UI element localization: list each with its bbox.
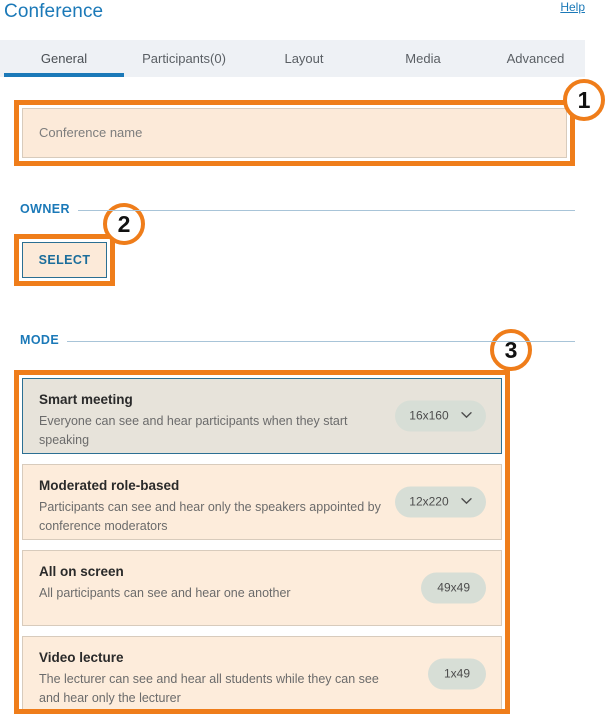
mode-section-divider: [20, 341, 575, 342]
mode-card-video-lecture[interactable]: Video lecture The lecturer can see and h…: [22, 636, 502, 712]
tab-advanced[interactable]: Advanced: [486, 40, 585, 77]
mode-card-description: The lecturer can see and hear all studen…: [39, 672, 379, 705]
owner-section-label: OWNER: [20, 202, 78, 216]
mode-card-description: Participants can see and hear only the s…: [39, 500, 381, 533]
mode-card-layout-value: 16x160: [409, 408, 449, 423]
mode-card-description: Everyone can see and hear participants w…: [39, 414, 348, 447]
tab-bar: General Participants(0) Layout Media Adv…: [0, 40, 585, 77]
mode-card-layout-badge[interactable]: 1x49: [427, 658, 486, 690]
callout-badge-3: 3: [490, 329, 532, 371]
mode-section-label: MODE: [20, 333, 68, 347]
owner-section-divider: [20, 210, 575, 211]
conference-name-placeholder: Conference name: [39, 125, 143, 140]
mode-card-layout-value: 49x49: [437, 580, 470, 595]
chevron-down-icon: [461, 400, 472, 431]
mode-card-layout-value: 1x49: [443, 666, 470, 681]
mode-card-description: All participants can see and hear one an…: [39, 586, 291, 600]
mode-card-layout-dropdown[interactable]: 12x220: [395, 486, 486, 518]
mode-card-layout-badge[interactable]: 49x49: [421, 572, 486, 604]
page-title: Conference: [4, 1, 104, 22]
callout-badge-1: 1: [563, 79, 605, 121]
tab-media[interactable]: Media: [370, 40, 476, 77]
tab-participants[interactable]: Participants(0): [124, 40, 244, 77]
tab-general[interactable]: General: [4, 40, 124, 77]
mode-card-moderated-role-based[interactable]: Moderated role-based Participants can se…: [22, 464, 502, 540]
chevron-down-icon: [461, 486, 472, 517]
mode-card-all-on-screen[interactable]: All on screen All participants can see a…: [22, 550, 502, 626]
tab-layout[interactable]: Layout: [250, 40, 358, 77]
mode-card-list: Smart meeting Everyone can see and hear …: [22, 378, 502, 722]
mode-card-smart-meeting[interactable]: Smart meeting Everyone can see and hear …: [22, 378, 502, 454]
mode-card-title: Video lecture: [39, 650, 124, 665]
conference-name-input[interactable]: Conference name: [22, 108, 567, 158]
help-link[interactable]: Help: [560, 0, 585, 14]
mode-card-layout-value: 12x220: [409, 494, 449, 509]
select-owner-button[interactable]: SELECT: [22, 242, 107, 278]
mode-card-layout-dropdown[interactable]: 16x160: [395, 400, 486, 432]
mode-card-title: All on screen: [39, 564, 124, 579]
owner-section-header: OWNER: [20, 202, 575, 218]
page-header: Conference Help: [0, 0, 609, 38]
